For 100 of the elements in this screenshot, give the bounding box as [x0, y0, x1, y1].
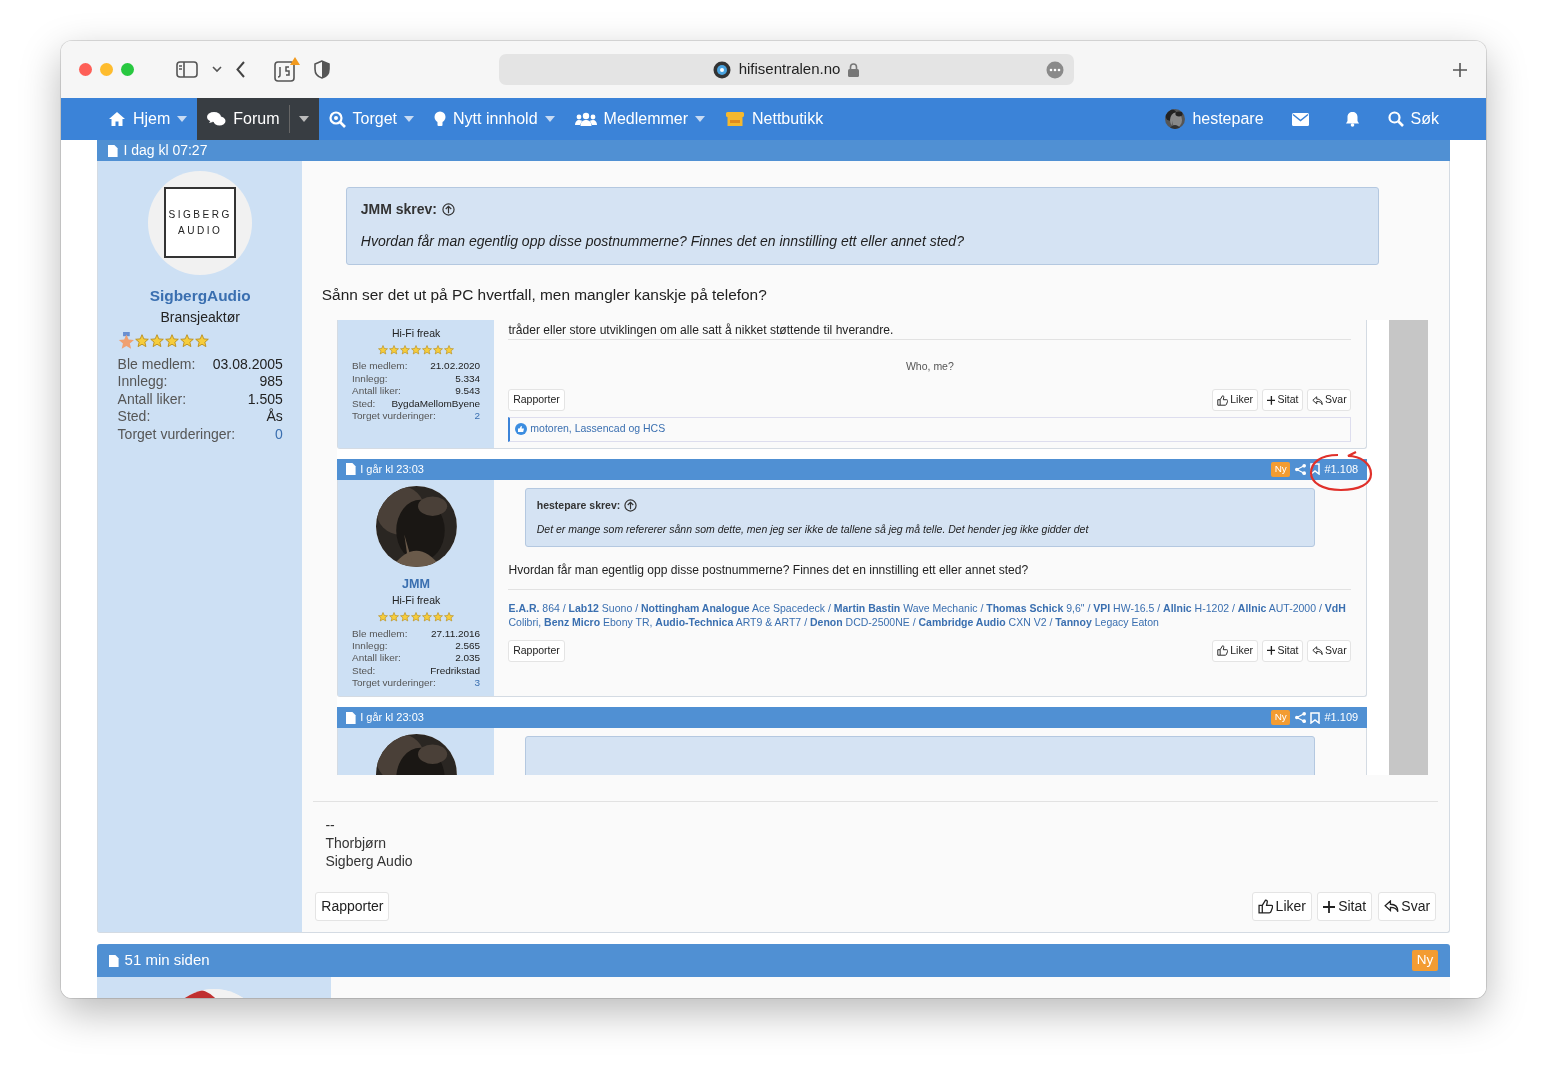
- share-icon[interactable]: [1294, 712, 1306, 724]
- star-icon: [180, 333, 195, 348]
- new-tab-icon[interactable]: [1452, 61, 1468, 78]
- user-title: Bransjeaktør: [160, 307, 240, 327]
- thumbs-up-icon: [1217, 394, 1229, 406]
- bookmark-icon[interactable]: [1310, 711, 1321, 724]
- js-icon[interactable]: [274, 56, 300, 83]
- nav-tab[interactable]: Forum: [197, 98, 319, 140]
- site-icon: [712, 60, 731, 79]
- post-text: Hvordan får man egentlig opp disse postnummerne? Finnes det en innstilling ett eller annet sted?: [508, 561, 1030, 579]
- report-button[interactable]: Rapporter: [315, 892, 390, 921]
- star-icon: [135, 333, 150, 348]
- username[interactable]: JMM: [402, 574, 431, 594]
- nav-tab[interactable]: Hjem: [98, 98, 198, 140]
- like-button[interactable]: Liker: [1251, 892, 1312, 921]
- signature-line: --: [325, 815, 336, 834]
- stat-link[interactable]: 0: [275, 425, 283, 444]
- like-button[interactable]: Liker: [1212, 389, 1258, 412]
- quote-author[interactable]: JMM skrev:: [360, 199, 438, 221]
- lock-icon: [848, 62, 860, 77]
- star-icon: [389, 344, 400, 355]
- post-text: tråder eller store utviklingen om alle satt å nikket støttende til hverandre.: [508, 321, 895, 339]
- signature-line: Thorbjørn: [325, 833, 388, 853]
- stat-value: 5.334: [455, 372, 481, 386]
- plus-icon: [1266, 395, 1276, 405]
- username[interactable]: SigbergAudio: [149, 283, 251, 307]
- post-date[interactable]: I går kl 23:03: [360, 461, 424, 478]
- stat-label: Innlegg:: [352, 640, 388, 653]
- stat-link[interactable]: 3: [474, 677, 481, 690]
- reaction-bar[interactable]: motoren, Lassencad og HCS: [508, 416, 1352, 442]
- signature-line: Sigberg Audio: [325, 852, 414, 871]
- more-icon[interactable]: [1045, 61, 1064, 79]
- stat-label: Innlegg:: [117, 373, 168, 391]
- stat-value: 27.11.2016: [431, 627, 481, 640]
- stat-label: Sted:: [352, 664, 376, 678]
- shield-icon[interactable]: [314, 60, 330, 79]
- user-title: Hi-Fi freak: [391, 326, 441, 341]
- arrow-up-circle-icon[interactable]: [441, 203, 455, 217]
- star-icon: [165, 333, 180, 348]
- magnifier-icon: [328, 110, 346, 128]
- back-icon[interactable]: [236, 61, 246, 78]
- sidebar-icon[interactable]: [176, 61, 198, 78]
- star-icon: [422, 612, 433, 623]
- stat-label: Torget vurderinger:: [352, 410, 436, 423]
- stat-value: Ås: [266, 408, 283, 426]
- search-button[interactable]: Søk: [1377, 98, 1449, 140]
- quote-button[interactable]: Sitat: [1261, 639, 1304, 662]
- document-icon: [346, 463, 356, 476]
- plus-icon: [1323, 900, 1336, 913]
- stat-label: Antall liker:: [352, 652, 401, 665]
- chevron-down-icon[interactable]: [212, 66, 222, 73]
- stat-label: Antall liker:: [352, 385, 401, 398]
- report-button[interactable]: Rapporter: [508, 639, 565, 662]
- quote-button[interactable]: Sitat: [1261, 389, 1304, 412]
- nav-tab[interactable]: Nytt innhold: [424, 98, 565, 140]
- stat-label: Innlegg:: [352, 372, 388, 386]
- reply-button[interactable]: Svar: [1307, 389, 1352, 412]
- stat-label: Torget vurderinger:: [352, 677, 436, 690]
- envelope-icon: [1291, 112, 1309, 126]
- reply-button[interactable]: Svar: [1377, 892, 1436, 921]
- nav-tab[interactable]: Torget: [318, 98, 425, 140]
- post-number[interactable]: #1.109: [1324, 709, 1359, 726]
- nav-tab[interactable]: Nettbutikk: [715, 98, 834, 140]
- stat-label: Antall liker:: [117, 390, 187, 409]
- chat-icon: [207, 111, 227, 127]
- close-button[interactable]: [79, 63, 92, 76]
- stat-label: Torget vurderinger:: [117, 425, 236, 444]
- stat-link[interactable]: 2: [474, 410, 481, 423]
- reaction-names[interactable]: motoren, Lassencad og HCS: [530, 421, 666, 437]
- signature-text: Who, me?: [904, 358, 955, 374]
- stat-value: 9.543: [455, 385, 481, 398]
- nav-tab[interactable]: Medlemmer: [564, 98, 715, 140]
- share-icon[interactable]: [1294, 463, 1306, 475]
- bookmark-icon[interactable]: [1310, 463, 1321, 476]
- star-icon: [400, 344, 411, 355]
- star-icon: [433, 344, 444, 355]
- post-date[interactable]: I dag kl 07:27: [123, 140, 208, 161]
- star-icon: [400, 612, 411, 623]
- report-button[interactable]: Rapporter: [508, 389, 565, 412]
- caret-icon: [298, 116, 309, 122]
- new-badge: Ny: [1271, 710, 1291, 726]
- stat-value: 21.02.2020: [430, 360, 481, 373]
- caret-icon: [695, 116, 705, 122]
- quote-author[interactable]: hestepare skrev:: [536, 497, 621, 514]
- arrow-up-circle-icon[interactable]: [623, 498, 637, 512]
- post-text: Sånn ser det ut på PC hvertfall, men mangler kanskje på telefon?: [321, 284, 768, 305]
- stat-value: 2.035: [455, 652, 481, 665]
- post-date[interactable]: 51 min siden: [124, 949, 210, 972]
- reply-button[interactable]: Svar: [1307, 639, 1352, 662]
- post-number[interactable]: #1.108: [1324, 461, 1359, 478]
- star-icon: [378, 612, 389, 623]
- account-link[interactable]: hestepare: [1155, 98, 1274, 140]
- post-date[interactable]: I går kl 23:03: [360, 709, 424, 726]
- shop-icon: [725, 111, 745, 127]
- like-button[interactable]: Liker: [1212, 639, 1258, 662]
- address-bar[interactable]: hifisentralen.no: [498, 54, 1074, 85]
- caret-icon: [404, 116, 415, 122]
- quote-button[interactable]: Sitat: [1317, 892, 1373, 921]
- document-icon: [109, 954, 119, 967]
- thumbs-up-icon: [1257, 899, 1273, 915]
